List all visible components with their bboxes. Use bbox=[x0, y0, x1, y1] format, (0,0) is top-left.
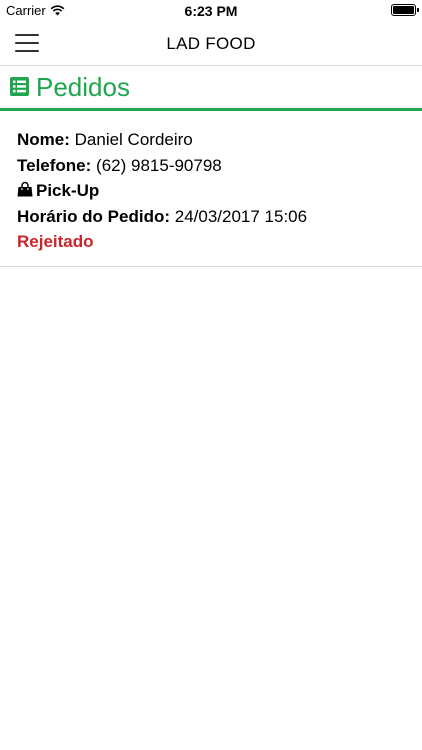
order-status: Rejeitado bbox=[17, 232, 94, 251]
order-item[interactable]: Nome: Daniel Cordeiro Telefone: (62) 981… bbox=[0, 111, 422, 267]
order-phone-row: Telefone: (62) 9815-90798 bbox=[17, 153, 422, 179]
shopping-bag-icon bbox=[17, 181, 33, 197]
time-value: 24/03/2017 15:06 bbox=[174, 206, 308, 226]
list-icon bbox=[10, 77, 29, 96]
app-title: LAD FOOD bbox=[166, 34, 256, 53]
name-value: Daniel Cordeiro bbox=[74, 130, 193, 149]
order-type-label: Pick-Up bbox=[36, 181, 100, 200]
navigation-bar: LAD FOOD bbox=[0, 22, 422, 66]
order-name-row: Nome: Daniel Cordeiro bbox=[17, 127, 422, 153]
phone-label: Telefone: bbox=[17, 155, 92, 175]
status-bar: Carrier 6:23 PM bbox=[0, 0, 422, 22]
order-type-row: Pick-Up bbox=[17, 178, 422, 204]
section-header: Pedidos bbox=[0, 66, 422, 111]
battery-icon bbox=[391, 4, 419, 16]
section-title: Pedidos bbox=[36, 72, 130, 102]
phone-value: (62) 9815-90798 bbox=[96, 155, 222, 175]
time-label: Horário do Pedido: bbox=[17, 206, 170, 226]
clock: 6:23 PM bbox=[184, 3, 238, 19]
order-time-row: Horário do Pedido: 24/03/2017 15:06 bbox=[17, 204, 422, 230]
name-label: Nome: bbox=[17, 130, 70, 149]
